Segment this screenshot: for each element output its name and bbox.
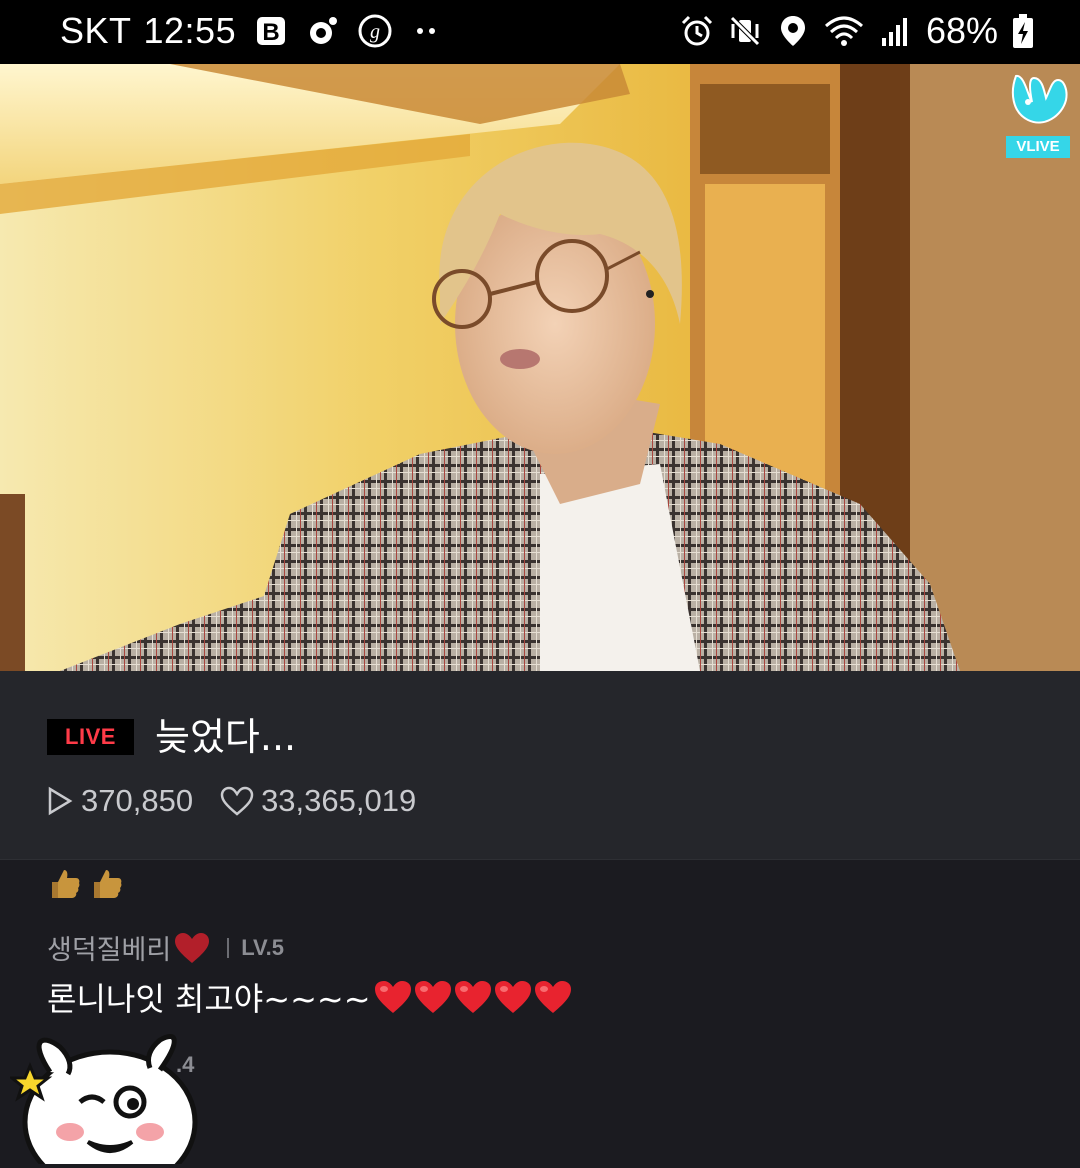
signal-icon [878, 14, 912, 48]
broadcast-info-panel: LIVE 늦었다... 370,850 33,365,019 [0, 671, 1080, 860]
svg-text:g: g [370, 21, 380, 43]
vlive-logo: VLIVE [1006, 72, 1070, 158]
vlive-watermark-text: VLIVE [1016, 138, 1060, 155]
blog-b-icon: B [254, 14, 288, 48]
status-left: SKT 12:55 B g [60, 10, 444, 52]
more-dots-icon [410, 14, 444, 48]
red-hearts-emoji [373, 979, 573, 1015]
status-right: 68% [680, 10, 1034, 52]
broadcast-stats: 370,850 33,365,019 [45, 783, 416, 819]
wifi-icon [824, 14, 864, 48]
heart-icon [173, 931, 211, 965]
heart-outline-icon [219, 786, 255, 816]
character-sticker [7, 1022, 200, 1168]
svg-text:B: B [262, 19, 279, 46]
previous-comment-emoji-row [50, 866, 124, 906]
thumbs-up-icon [50, 866, 82, 906]
g-circle-icon: g [358, 14, 392, 48]
battery-charging-icon [1012, 14, 1034, 48]
play-icon [45, 786, 75, 816]
comment-text: 론니나잇 최고야~~~~ [47, 980, 371, 1018]
vibrate-mute-icon [728, 14, 762, 48]
status-bar: SKT 12:55 B g 68% [0, 0, 1080, 64]
location-icon [776, 14, 810, 48]
heart-emoji-icon [413, 979, 453, 1015]
heart-emoji-icon [533, 979, 573, 1015]
heart-emoji-icon [493, 979, 533, 1015]
alarm-icon [680, 14, 714, 48]
live-video-player[interactable]: VLIVE [0, 64, 1080, 671]
live-badge: LIVE [47, 719, 134, 755]
play-count: 370,850 [81, 783, 194, 818]
like-count: 33,365,019 [261, 783, 417, 818]
heart-emoji-icon [373, 979, 413, 1015]
heart-emoji-icon [453, 979, 493, 1015]
divider [227, 937, 230, 958]
comment-author[interactable]: 생덕질베리 LV.5 [47, 928, 284, 967]
battery-percent: 68% [925, 10, 998, 51]
broadcast-title: 늦었다... [155, 715, 297, 759]
comment-message: 론니나잇 최고야~~~~ [47, 974, 573, 1020]
thumbs-up-icon [92, 866, 124, 906]
video-frame-image [0, 64, 1080, 671]
record-icon [306, 14, 340, 48]
carrier-label: SKT [60, 10, 132, 51]
comment-username[interactable]: 생덕질베리 [47, 928, 171, 967]
clock: 12:55 [143, 10, 237, 51]
user-level-badge: LV.5 [241, 934, 285, 960]
